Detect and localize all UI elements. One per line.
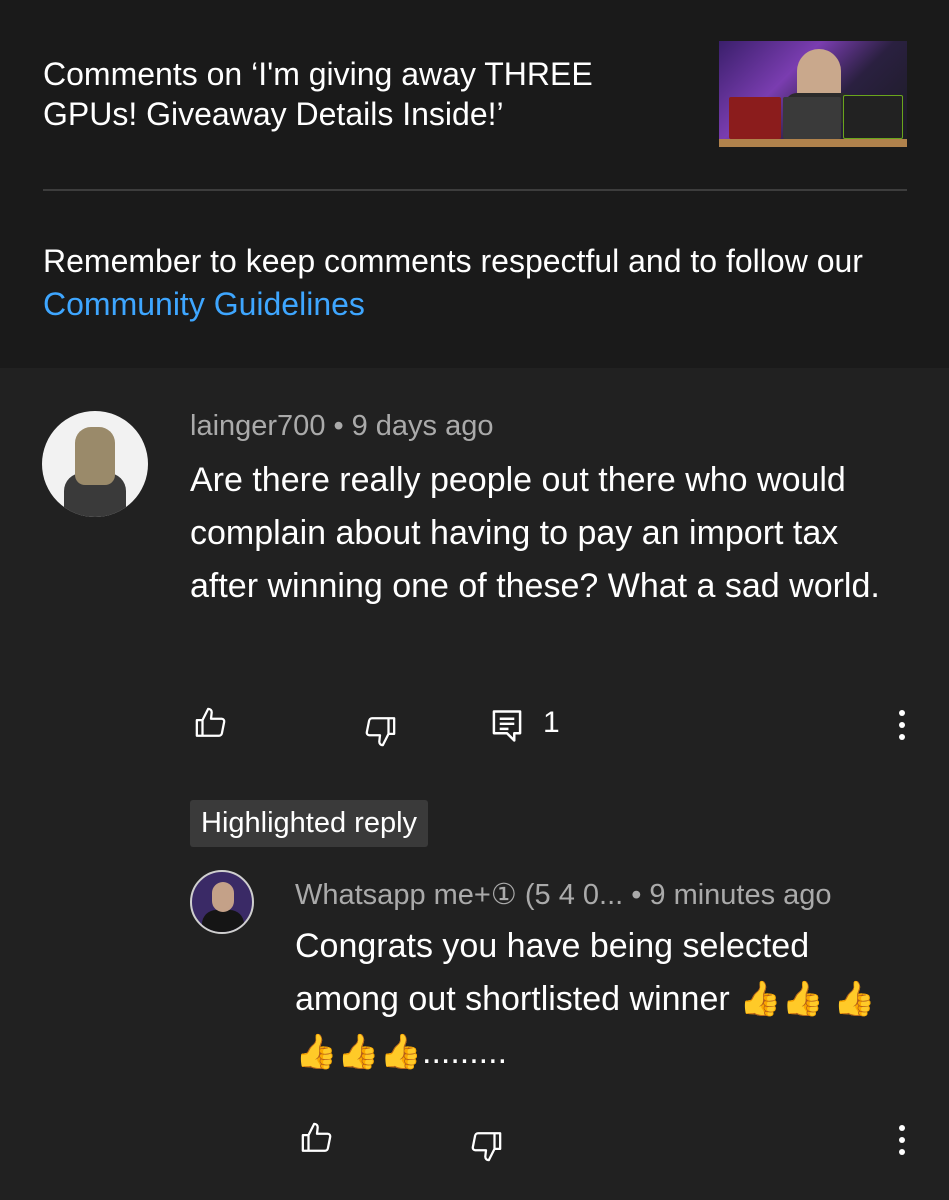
page-title: Comments on ‘I'm giving away THREE GPUs!… xyxy=(43,56,593,132)
comment-text: Are there really people out there who wo… xyxy=(190,461,880,605)
reply-count[interactable]: 1 xyxy=(543,706,560,740)
reply-meta: Whatsapp me+① (5 4 0... • 9 minutes ago xyxy=(295,879,832,911)
dislike-icon xyxy=(471,1132,502,1162)
reply-dislike-button[interactable] xyxy=(468,1129,504,1163)
comment-meta: lainger700 • 9 days ago xyxy=(190,410,494,442)
commenter-avatar[interactable] xyxy=(42,411,148,517)
reply-author[interactable]: Whatsapp me+① (5 4 0... xyxy=(295,879,623,911)
guidelines-notice: Remember to keep comments respectful and… xyxy=(43,243,863,322)
comments-header: Comments on ‘I'm giving away THREE GPUs!… xyxy=(0,0,949,368)
like-icon xyxy=(195,707,226,737)
highlighted-reply-badge: Highlighted reply xyxy=(190,800,429,847)
reply-time: 9 minutes ago xyxy=(649,879,832,911)
divider xyxy=(43,189,907,191)
reply-text: Congrats you have being selected among o… xyxy=(295,927,876,1071)
reply-like-button[interactable] xyxy=(299,1121,335,1155)
dislike-icon xyxy=(365,717,396,747)
reply-avatar[interactable] xyxy=(190,870,254,934)
like-icon xyxy=(301,1122,332,1152)
more-vert-icon[interactable] xyxy=(897,1125,907,1161)
comment-time: 9 days ago xyxy=(351,410,494,442)
like-button[interactable] xyxy=(193,706,229,740)
dislike-button[interactable] xyxy=(362,714,398,748)
reply-button[interactable] xyxy=(491,708,523,744)
reply-icon xyxy=(492,710,522,742)
comment-author[interactable]: lainger700 xyxy=(190,410,325,442)
video-thumbnail[interactable] xyxy=(719,41,907,147)
community-guidelines-link[interactable]: Community Guidelines xyxy=(43,286,365,322)
more-vert-icon[interactable] xyxy=(897,710,907,746)
